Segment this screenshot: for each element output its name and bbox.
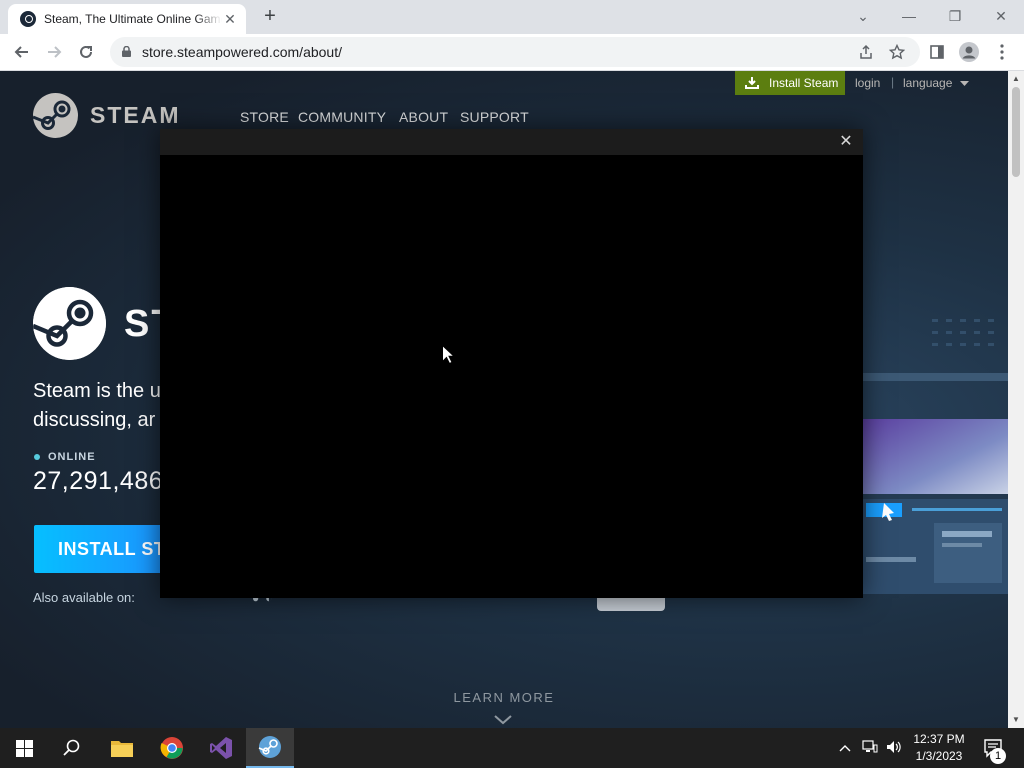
- chrome-icon: [160, 737, 183, 759]
- start-button[interactable]: [0, 728, 48, 768]
- nav-community[interactable]: COMMUNITY: [298, 109, 386, 125]
- download-icon: [745, 77, 759, 89]
- steam-logo-icon: [33, 93, 78, 138]
- language-label: language: [903, 76, 953, 90]
- modal-header: ✕: [160, 129, 863, 155]
- header-separator: |: [891, 75, 895, 89]
- steam-logo[interactable]: STEAM: [33, 93, 181, 138]
- steam-hero-logo-icon: [33, 287, 106, 360]
- menu-kebab-icon[interactable]: [988, 38, 1016, 66]
- file-explorer-icon: [111, 741, 133, 757]
- taskbar-search-button[interactable]: [48, 728, 96, 768]
- learn-more-label[interactable]: LEARN MORE: [0, 690, 1008, 705]
- windows-taskbar: 12:37 PM 1/3/2023 1: [0, 728, 1024, 768]
- reload-icon[interactable]: [72, 38, 100, 66]
- forward-icon[interactable]: [40, 38, 68, 66]
- caret-down-icon: [959, 81, 969, 86]
- also-available-label: Also available on:: [33, 590, 135, 605]
- scroll-up-icon[interactable]: ▲: [1012, 74, 1020, 83]
- online-label: ONLINE: [48, 451, 96, 463]
- window-close-button[interactable]: ✕: [978, 0, 1024, 32]
- volume-icon[interactable]: [886, 740, 902, 757]
- tab-search-icon[interactable]: ⌄: [840, 0, 886, 32]
- notification-badge: 1: [990, 748, 1006, 764]
- nav-support[interactable]: SUPPORT: [460, 109, 529, 125]
- taskbar-clock[interactable]: 12:37 PM 1/3/2023: [904, 731, 974, 765]
- lock-icon: [122, 46, 131, 57]
- side-panel-icon[interactable]: [923, 38, 951, 66]
- tab-close-icon[interactable]: ✕: [222, 11, 238, 27]
- online-status-dot: [34, 454, 40, 460]
- install-steam-header-label: Install Steam: [769, 76, 839, 90]
- back-icon[interactable]: [8, 38, 36, 66]
- share-icon[interactable]: [856, 42, 876, 62]
- video-modal: ✕: [160, 129, 863, 598]
- taskbar-chrome[interactable]: [148, 728, 196, 768]
- visual-studio-icon: [210, 737, 232, 759]
- address-bar[interactable]: store.steampowered.com/about/: [110, 37, 920, 67]
- chevron-down-icon[interactable]: [494, 715, 512, 725]
- scroll-down-icon[interactable]: ▼: [1012, 715, 1020, 724]
- video-player[interactable]: [160, 155, 863, 598]
- steam-icon: [258, 736, 281, 758]
- minimize-button[interactable]: —: [886, 0, 932, 32]
- browser-toolbar: store.steampowered.com/about/: [0, 34, 1024, 71]
- browser-tabstrip: Steam, The Ultimate Online Game Platform…: [0, 0, 1024, 34]
- steam-favicon-icon: [20, 11, 36, 27]
- profile-avatar-icon[interactable]: [955, 38, 983, 66]
- network-icon[interactable]: [862, 740, 878, 757]
- page-scrollbar[interactable]: ▲ ▼: [1008, 71, 1024, 728]
- bookmark-star-icon[interactable]: [887, 42, 907, 62]
- steam-logo-wordmark: STEAM: [90, 102, 181, 128]
- modal-close-button[interactable]: ✕: [837, 133, 855, 151]
- taskbar-file-explorer[interactable]: [98, 728, 146, 768]
- browser-tab[interactable]: Steam, The Ultimate Online Game Platform…: [8, 4, 246, 34]
- login-link[interactable]: login: [855, 76, 880, 90]
- clock-time: 12:37 PM: [913, 732, 965, 746]
- online-count: 27,291,486: [33, 467, 164, 495]
- new-tab-button[interactable]: +: [259, 6, 281, 28]
- nav-about[interactable]: ABOUT: [399, 109, 448, 125]
- mouse-cursor-icon: [442, 345, 454, 364]
- url-text: store.steampowered.com/about/: [142, 44, 342, 60]
- windows-start-icon: [15, 739, 33, 757]
- tray-overflow-icon[interactable]: [839, 740, 851, 755]
- scrollbar-thumb[interactable]: [1012, 87, 1020, 177]
- client-artwork-image: [862, 319, 1008, 594]
- language-dropdown[interactable]: language: [903, 76, 969, 90]
- taskbar-visual-studio[interactable]: [197, 728, 245, 768]
- clock-date: 1/3/2023: [915, 749, 963, 763]
- taskbar-steam[interactable]: [246, 728, 294, 768]
- restore-button[interactable]: ❐: [932, 0, 978, 32]
- tab-title: Steam, The Ultimate Online Game Platform: [44, 12, 222, 26]
- search-icon: [63, 739, 80, 756]
- nav-store[interactable]: STORE: [240, 109, 289, 125]
- install-steam-header-button[interactable]: Install Steam: [735, 71, 845, 95]
